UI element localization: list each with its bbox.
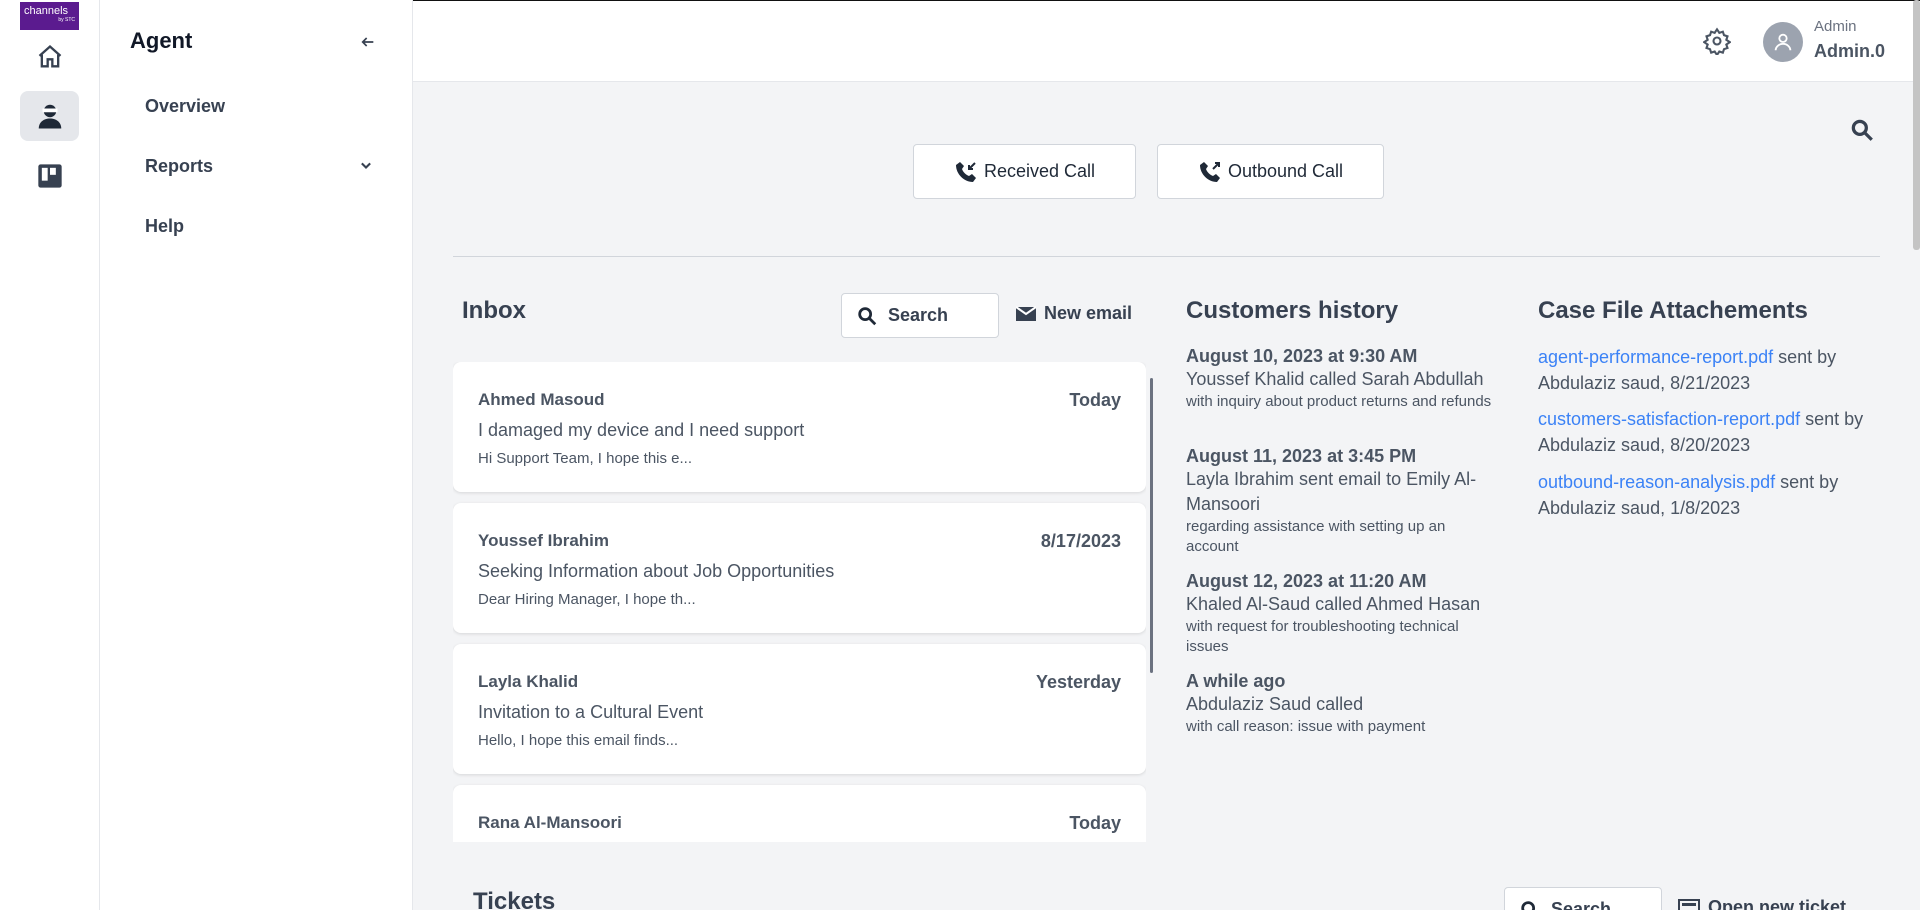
- home-icon: [38, 44, 61, 68]
- phone-incoming-icon: [955, 161, 976, 182]
- inbox-search-button[interactable]: Search: [841, 293, 999, 338]
- attachment-item: customers-satisfaction-report.pdf sent b…: [1538, 406, 1878, 458]
- history-text: Layla Ibrahim sent email to Emily Al-Man…: [1186, 469, 1477, 514]
- history-detail: with request for troubleshooting technic…: [1186, 618, 1459, 655]
- search-icon: [1521, 900, 1536, 910]
- attachment-item: agent-performance-report.pdf sent by Abd…: [1538, 344, 1878, 396]
- search-icon[interactable]: [1849, 117, 1875, 143]
- board-icon: [37, 164, 62, 188]
- side-navigation: Agent Overview Reports Help: [100, 0, 413, 910]
- history-entry: August 11, 2023 at 3:45 PM Layla Ibrahim…: [1186, 445, 1496, 557]
- collapse-sidebar-button[interactable]: [356, 30, 380, 54]
- email-subject: Seeking Information about Job Opportunit…: [478, 561, 835, 581]
- logo-text: channels: [24, 5, 69, 17]
- history-time: August 12, 2023 at 11:20 AM: [1186, 571, 1427, 591]
- history-time: August 10, 2023 at 9:30 AM: [1186, 346, 1418, 366]
- email-date: 8/17/2023: [1040, 531, 1121, 551]
- rail-agent-button[interactable]: [20, 91, 79, 141]
- history-text: Khaled Al-Saud called Ahmed Hasan: [1186, 594, 1481, 614]
- chevron-down-icon[interactable]: [356, 155, 376, 175]
- rail-board-button[interactable]: [20, 151, 79, 201]
- gear-icon[interactable]: [1703, 27, 1731, 55]
- divider: [453, 256, 1880, 257]
- sidebar-title: Agent: [130, 28, 193, 53]
- sidebar-item-help[interactable]: Help: [145, 216, 184, 237]
- email-preview: Dear Hiring Manager, I hope th...: [478, 591, 696, 608]
- new-ticket-label: Open new ticket: [1708, 897, 1847, 910]
- history-detail: regarding assistance with setting up an …: [1186, 518, 1446, 555]
- user-name[interactable]: Admin.0: [1814, 41, 1885, 62]
- page-scrollbar[interactable]: [1913, 0, 1920, 250]
- email-date: Today: [1069, 813, 1121, 833]
- tickets-search-label: Search: [1551, 899, 1612, 910]
- email-sender: Youssef Ibrahim: [478, 531, 609, 550]
- history-detail: with inquiry about product returns and r…: [1186, 393, 1492, 410]
- inbox-list: Ahmed Masoud Today I damaged my device a…: [453, 362, 1146, 842]
- user-role: Admin: [1814, 18, 1857, 35]
- inbox-search-label: Search: [888, 305, 949, 325]
- rail-home-button[interactable]: [20, 32, 79, 82]
- email-item[interactable]: Youssef Ibrahim 8/17/2023 Seeking Inform…: [453, 503, 1146, 633]
- email-subject: Invitation to a Cultural Event: [478, 702, 704, 722]
- history-entry: August 12, 2023 at 11:20 AM Khaled Al-Sa…: [1186, 570, 1496, 657]
- history-entry: August 10, 2023 at 9:30 AM Youssef Khali…: [1186, 345, 1496, 412]
- received-call-label: Received Call: [983, 161, 1096, 181]
- top-bar: Admin Admin.0: [413, 0, 1920, 82]
- attachment-item: outbound-reason-analysis.pdf sent by Abd…: [1538, 469, 1878, 521]
- history-time: A while ago: [1186, 671, 1286, 691]
- history-time: August 11, 2023 at 3:45 PM: [1186, 446, 1417, 466]
- attachment-link[interactable]: agent-performance-report.pdf: [1538, 347, 1773, 367]
- sidebar-item-reports[interactable]: Reports: [145, 156, 213, 177]
- attachment-link[interactable]: outbound-reason-analysis.pdf: [1538, 472, 1775, 492]
- email-sender: Layla Khalid: [478, 672, 579, 691]
- app-rail: channels by STC: [0, 0, 100, 910]
- ticket-icon: [1678, 898, 1700, 910]
- attachments-title: Case File Attachements: [1538, 297, 1808, 324]
- email-item[interactable]: Ahmed Masoud Today I damaged my device a…: [453, 362, 1146, 492]
- email-sender: Rana Al-Mansoori: [478, 813, 622, 832]
- email-preview: Hello, I hope this email finds...: [478, 732, 679, 749]
- search-icon: [858, 306, 877, 325]
- email-date: Yesterday: [1035, 672, 1121, 692]
- attachment-link[interactable]: customers-satisfaction-report.pdf: [1538, 409, 1800, 429]
- tickets-search-button[interactable]: Search: [1504, 887, 1662, 910]
- open-new-ticket-button[interactable]: Open new ticket: [1678, 897, 1846, 910]
- new-email-label: New email: [1044, 303, 1133, 323]
- email-preview: Hi Support Team, I hope this e...: [478, 450, 693, 467]
- user-icon: [1774, 33, 1792, 51]
- outbound-call-button[interactable]: Outbound Call: [1157, 144, 1384, 199]
- channels-logo[interactable]: channels by STC: [20, 2, 79, 30]
- tickets-title: Tickets: [473, 888, 556, 910]
- email-item[interactable]: Rana Al-Mansoori Today: [453, 785, 1146, 842]
- logo-sub: by STC: [58, 17, 75, 23]
- email-item[interactable]: Layla Khalid Yesterday Invitation to a C…: [453, 644, 1146, 774]
- phone-outgoing-icon: [1199, 161, 1220, 182]
- email-date: Today: [1069, 390, 1121, 410]
- history-entry: A while ago Abdulaziz Saud called with c…: [1186, 670, 1496, 737]
- history-detail: with call reason: issue with payment: [1186, 718, 1426, 735]
- mail-icon: [1016, 305, 1036, 321]
- history-text: Abdulaziz Saud called: [1186, 694, 1364, 714]
- avatar[interactable]: [1763, 22, 1803, 62]
- inbox-scrollbar[interactable]: [1150, 378, 1153, 673]
- arrow-left-icon: [361, 37, 374, 47]
- agent-icon: [38, 104, 61, 129]
- received-call-button[interactable]: Received Call: [913, 144, 1136, 199]
- outbound-call-label: Outbound Call: [1227, 161, 1344, 181]
- inbox-title: Inbox: [462, 297, 526, 324]
- email-sender: Ahmed Masoud: [478, 390, 605, 409]
- history-text: Youssef Khalid called Sarah Abdullah: [1186, 369, 1484, 389]
- sidebar-item-overview[interactable]: Overview: [145, 96, 225, 117]
- email-subject: I damaged my device and I need support: [478, 420, 805, 440]
- history-title: Customers history: [1186, 297, 1399, 324]
- new-email-button[interactable]: New email: [1016, 303, 1132, 324]
